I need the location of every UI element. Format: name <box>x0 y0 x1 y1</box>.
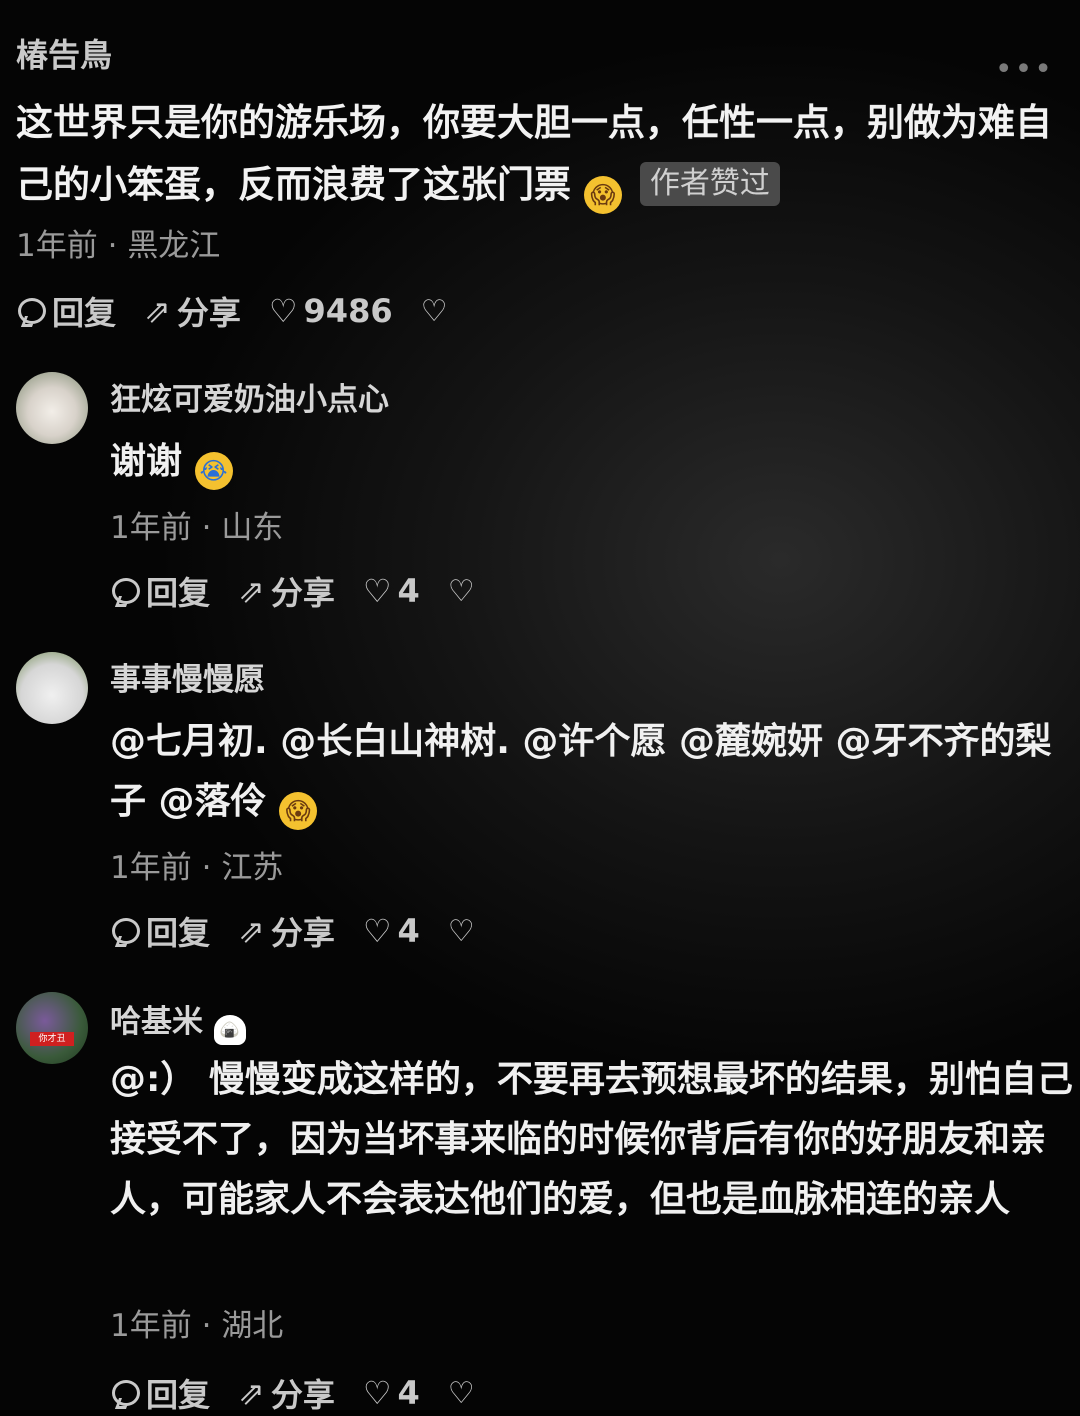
comment-location: 山东 <box>221 510 284 546</box>
scream-emoji-icon: 😱 <box>279 792 318 830</box>
share-button[interactable]: ⇗ 分享 <box>238 908 335 954</box>
heart-icon: ♡ <box>362 1374 392 1412</box>
comment-time: 1年前 <box>110 850 192 886</box>
crying-emoji-icon: 😭 <box>194 452 233 490</box>
reply-button[interactable]: 回复 <box>112 568 210 614</box>
avatar[interactable] <box>16 372 88 444</box>
reply-label: 回复 <box>52 294 117 332</box>
comment-meta: 1年前 · 黑龙江 <box>16 220 220 265</box>
comment-time: 1年前 <box>110 510 192 546</box>
comment-actions: 回复 ⇗ 分享 ♡ 4 ♡ <box>112 1370 509 1416</box>
share-arrow-icon: ⇗ <box>144 292 171 330</box>
dislike-button[interactable]: ♡ <box>421 294 454 329</box>
comment-time: 1年前 <box>16 228 98 264</box>
share-arrow-icon: ⇗ <box>238 1374 265 1412</box>
meta-separator: · <box>201 1308 212 1344</box>
heart-icon: ♡ <box>268 292 298 330</box>
reply-label: 回复 <box>146 574 211 612</box>
meta-separator: · <box>201 510 212 546</box>
avatar[interactable]: 你才丑 <box>16 992 88 1064</box>
like-button[interactable]: ♡ 4 <box>363 572 420 610</box>
broken-heart-icon: ♡ <box>447 1375 475 1411</box>
meta-separator: · <box>201 850 212 886</box>
share-arrow-icon: ⇗ <box>238 572 265 610</box>
comment-text: @七月初. @长白山神树. @许个愿 @麓婉妍 @牙不齐的梨子 @落伶 😱 <box>110 712 1075 832</box>
share-label: 分享 <box>270 574 335 612</box>
author-liked-badge: 作者赞过 <box>639 162 780 206</box>
broken-heart-icon: ♡ <box>447 573 475 609</box>
more-dots-icon[interactable]: ••• <box>995 52 1054 87</box>
comment-actions: 回复 ⇗ 分享 ♡ 9486 ♡ <box>18 288 482 334</box>
comment-location: 江苏 <box>221 850 284 886</box>
reply-button[interactable]: 回复 <box>18 288 116 334</box>
like-button[interactable]: ♡ 9486 <box>269 292 393 330</box>
share-label: 分享 <box>270 1376 335 1414</box>
dislike-button[interactable]: ♡ <box>448 1376 481 1411</box>
comment-text: 这世界只是你的游乐场，你要大胆一点，任性一点，别做为难自己的小笨蛋，反而浪费了这… <box>16 92 1066 216</box>
reply-bubble-icon <box>112 578 140 604</box>
like-button[interactable]: ♡ 4 <box>363 912 420 950</box>
dislike-button[interactable]: ♡ <box>448 574 481 609</box>
heart-icon: ♡ <box>362 572 392 610</box>
share-button[interactable]: ⇗ 分享 <box>238 568 335 614</box>
share-label: 分享 <box>176 294 241 332</box>
like-button[interactable]: ♡ 4 <box>363 1374 420 1412</box>
comment-actions: 回复 ⇗ 分享 ♡ 4 ♡ <box>112 568 509 614</box>
comment-meta: 1年前 · 江苏 <box>110 842 283 887</box>
avatar[interactable] <box>16 652 88 724</box>
reply-button[interactable]: 回复 <box>112 908 210 954</box>
comment-meta: 1年前 · 湖北 <box>110 1300 283 1345</box>
comment-body: @七月初. @长白山神树. @许个愿 @麓婉妍 @牙不齐的梨子 @落伶 <box>110 721 1052 822</box>
reply-bubble-icon <box>112 918 140 944</box>
comment-meta: 1年前 · 山东 <box>110 502 283 547</box>
like-count: 9486 <box>303 292 393 330</box>
share-button[interactable]: ⇗ 分享 <box>144 288 241 334</box>
like-count: 4 <box>397 1374 420 1412</box>
reply-bubble-icon <box>18 298 46 324</box>
like-count: 4 <box>397 572 420 610</box>
onigiri-emoji-icon: 🍙 <box>213 1015 246 1045</box>
reply-bubble-icon <box>112 1380 140 1406</box>
commenter-name[interactable]: 事事慢慢愿 <box>110 654 265 699</box>
like-count: 4 <box>397 912 420 950</box>
comment-body: 谢谢 <box>110 441 183 482</box>
avatar-badge: 你才丑 <box>30 1032 74 1046</box>
comment-actions: 回复 ⇗ 分享 ♡ 4 ♡ <box>112 908 509 954</box>
scream-emoji-icon: 😱 <box>583 176 622 214</box>
share-label: 分享 <box>270 914 335 952</box>
meta-separator: · <box>107 228 118 264</box>
share-arrow-icon: ⇗ <box>238 912 265 950</box>
heart-icon: ♡ <box>362 912 392 950</box>
reply-button[interactable]: 回复 <box>112 1370 210 1416</box>
comment-time: 1年前 <box>110 1308 192 1344</box>
commenter-name[interactable]: 狂炫可爱奶油小点心 <box>110 374 389 419</box>
broken-heart-icon: ♡ <box>447 913 475 949</box>
share-button[interactable]: ⇗ 分享 <box>238 1370 335 1416</box>
commenter-name[interactable]: 哈基米 🍙 <box>110 996 246 1045</box>
comment-text: 谢谢 😭 <box>110 432 233 492</box>
dislike-button[interactable]: ♡ <box>448 914 481 949</box>
comment-location: 黑龙江 <box>127 228 221 264</box>
comment-location: 湖北 <box>221 1308 284 1344</box>
comment-text: @:） 慢慢变成这样的，不要再去预想最坏的结果，别怕自己接受不了，因为当坏事来临… <box>110 1059 1073 1220</box>
commenter-name-text: 哈基米 <box>110 1004 203 1040</box>
reply-label: 回复 <box>146 1376 211 1414</box>
comment-author[interactable]: 椿告鳥 <box>16 30 112 76</box>
comment-body: 这世界只是你的游乐场，你要大胆一点，任性一点，别做为难自己的小笨蛋，反而浪费了这… <box>16 101 1052 206</box>
broken-heart-icon: ♡ <box>420 293 448 329</box>
reply-label: 回复 <box>146 914 211 952</box>
